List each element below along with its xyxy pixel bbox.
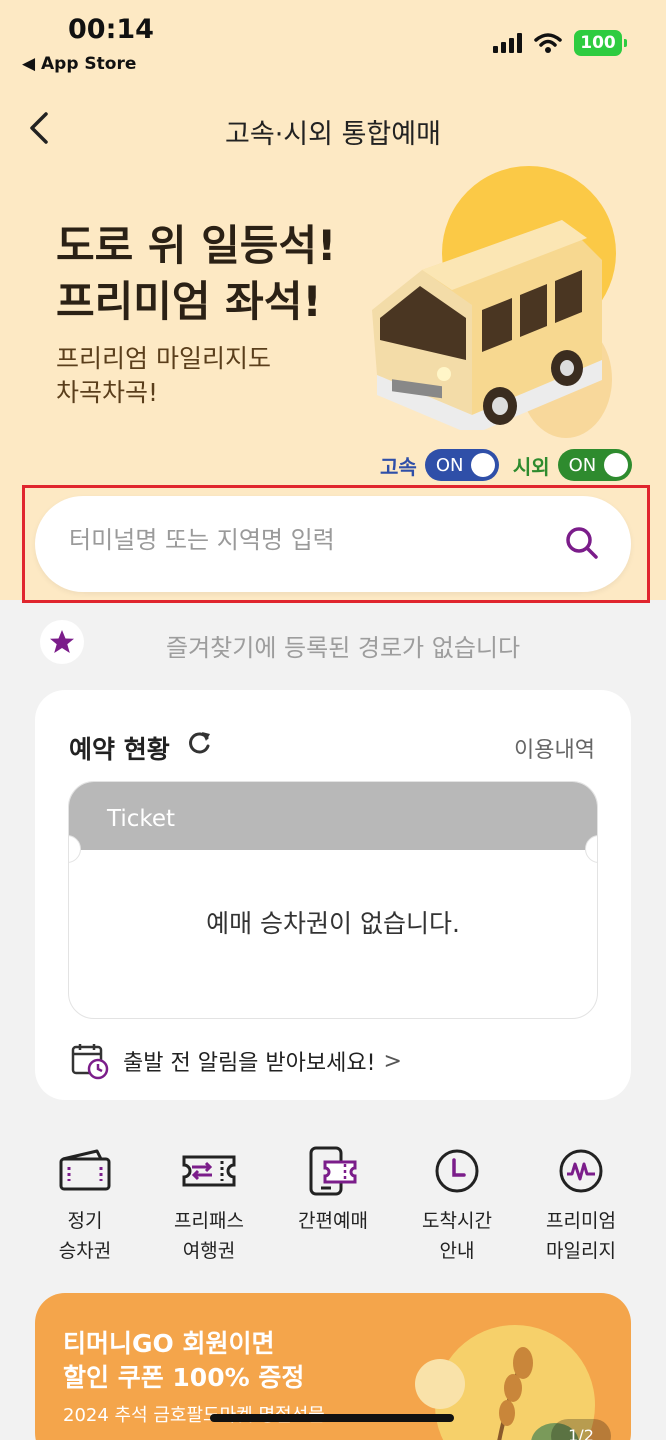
status-indicators: 100	[493, 30, 627, 56]
hero-title: 도로 위 일등석! 프리미엄 좌석!	[56, 221, 337, 326]
page-title: 고속·시외 통합예매	[225, 119, 441, 150]
quick-menu-label: 프리패스 여행권	[174, 1210, 244, 1262]
no-tickets-text: 예매 승차권이 없습니다.	[206, 909, 460, 938]
signal-icon	[493, 33, 522, 53]
departure-alarm-link[interactable]: 출발 전 알림을 받아보세요! >	[71, 1042, 402, 1080]
quick-menu-label: 도착시간 안내	[422, 1210, 492, 1262]
home-indicator[interactable]	[210, 1414, 454, 1422]
quick-menu-premium-mileage[interactable]: 프리미엄 마일리지	[526, 1146, 636, 1266]
search-highlight-frame	[22, 485, 650, 603]
wallet-icon	[59, 1149, 111, 1191]
usage-history-link[interactable]: 이용내역	[514, 732, 595, 764]
intercity-toggle-state: ON	[568, 454, 597, 476]
bus-illustration	[372, 220, 602, 430]
battery-icon: 100	[574, 30, 627, 56]
wifi-icon	[534, 33, 562, 53]
promo-decoration	[415, 1359, 465, 1409]
quick-menu-label: 간편예매	[298, 1210, 368, 1232]
intercity-toggle[interactable]: ON	[557, 449, 632, 481]
quick-menu-arrival-time[interactable]: 도착시간 안내	[402, 1146, 512, 1266]
clock-icon	[435, 1149, 479, 1193]
refresh-icon[interactable]	[187, 730, 211, 756]
star-icon	[50, 630, 74, 653]
reservation-title: 예약 현황	[69, 735, 170, 764]
toggle-knob	[603, 453, 628, 477]
ticket-header: Ticket	[69, 782, 597, 850]
premium-mileage-icon	[559, 1149, 603, 1193]
ticket-card: Ticket 예매 승차권이 없습니다.	[68, 781, 598, 1019]
toggle-knob	[470, 453, 495, 477]
bus-type-toggles: 고속 ON 시외 ON	[380, 449, 632, 481]
chevron-right-icon: >	[383, 1048, 402, 1074]
express-toggle[interactable]: ON	[424, 449, 499, 481]
quick-menu: 정기 승차권 프리패스 여행권 간편예매 도착시간 안내 프리미엄 마일리지	[30, 1146, 636, 1266]
alarm-text: 출발 전 알림을 받아보세요!	[123, 1051, 376, 1076]
quick-menu-label: 프리미엄 마일리지	[546, 1210, 616, 1262]
intercity-toggle-label: 시외	[512, 454, 550, 479]
promo-page-indicator: 1/2	[551, 1419, 611, 1440]
back-to-app-store[interactable]: ◀ App Store	[22, 54, 136, 74]
favorites-star-button[interactable]	[40, 620, 84, 664]
express-toggle-label: 고속	[380, 454, 417, 479]
favorites-empty-text: 즐겨찾기에 등록된 경로가 없습니다	[166, 634, 521, 662]
hero-subtitle: 프리리엄 마일리지도 차곡차곡!	[56, 344, 271, 407]
calendar-clock-icon	[71, 1044, 109, 1080]
quick-menu-free-pass[interactable]: 프리패스 여행권	[154, 1146, 264, 1266]
pass-ticket-icon	[182, 1155, 236, 1187]
promo-title: 티머니GO 회원이면 할인 쿠폰 100% 증정	[63, 1329, 305, 1392]
quick-menu-commuter-pass[interactable]: 정기 승차권	[30, 1146, 140, 1266]
quick-menu-label: 정기 승차권	[58, 1210, 112, 1262]
status-time: 00:14	[68, 14, 154, 45]
express-toggle-state: ON	[435, 454, 464, 476]
quick-menu-easy-booking[interactable]: 간편예매	[278, 1146, 388, 1266]
phone-ticket-icon	[309, 1146, 357, 1196]
reservation-card: 예약 현황 이용내역 Ticket 예매 승차권이 없습니다. 출발 전 알림을…	[35, 690, 631, 1100]
